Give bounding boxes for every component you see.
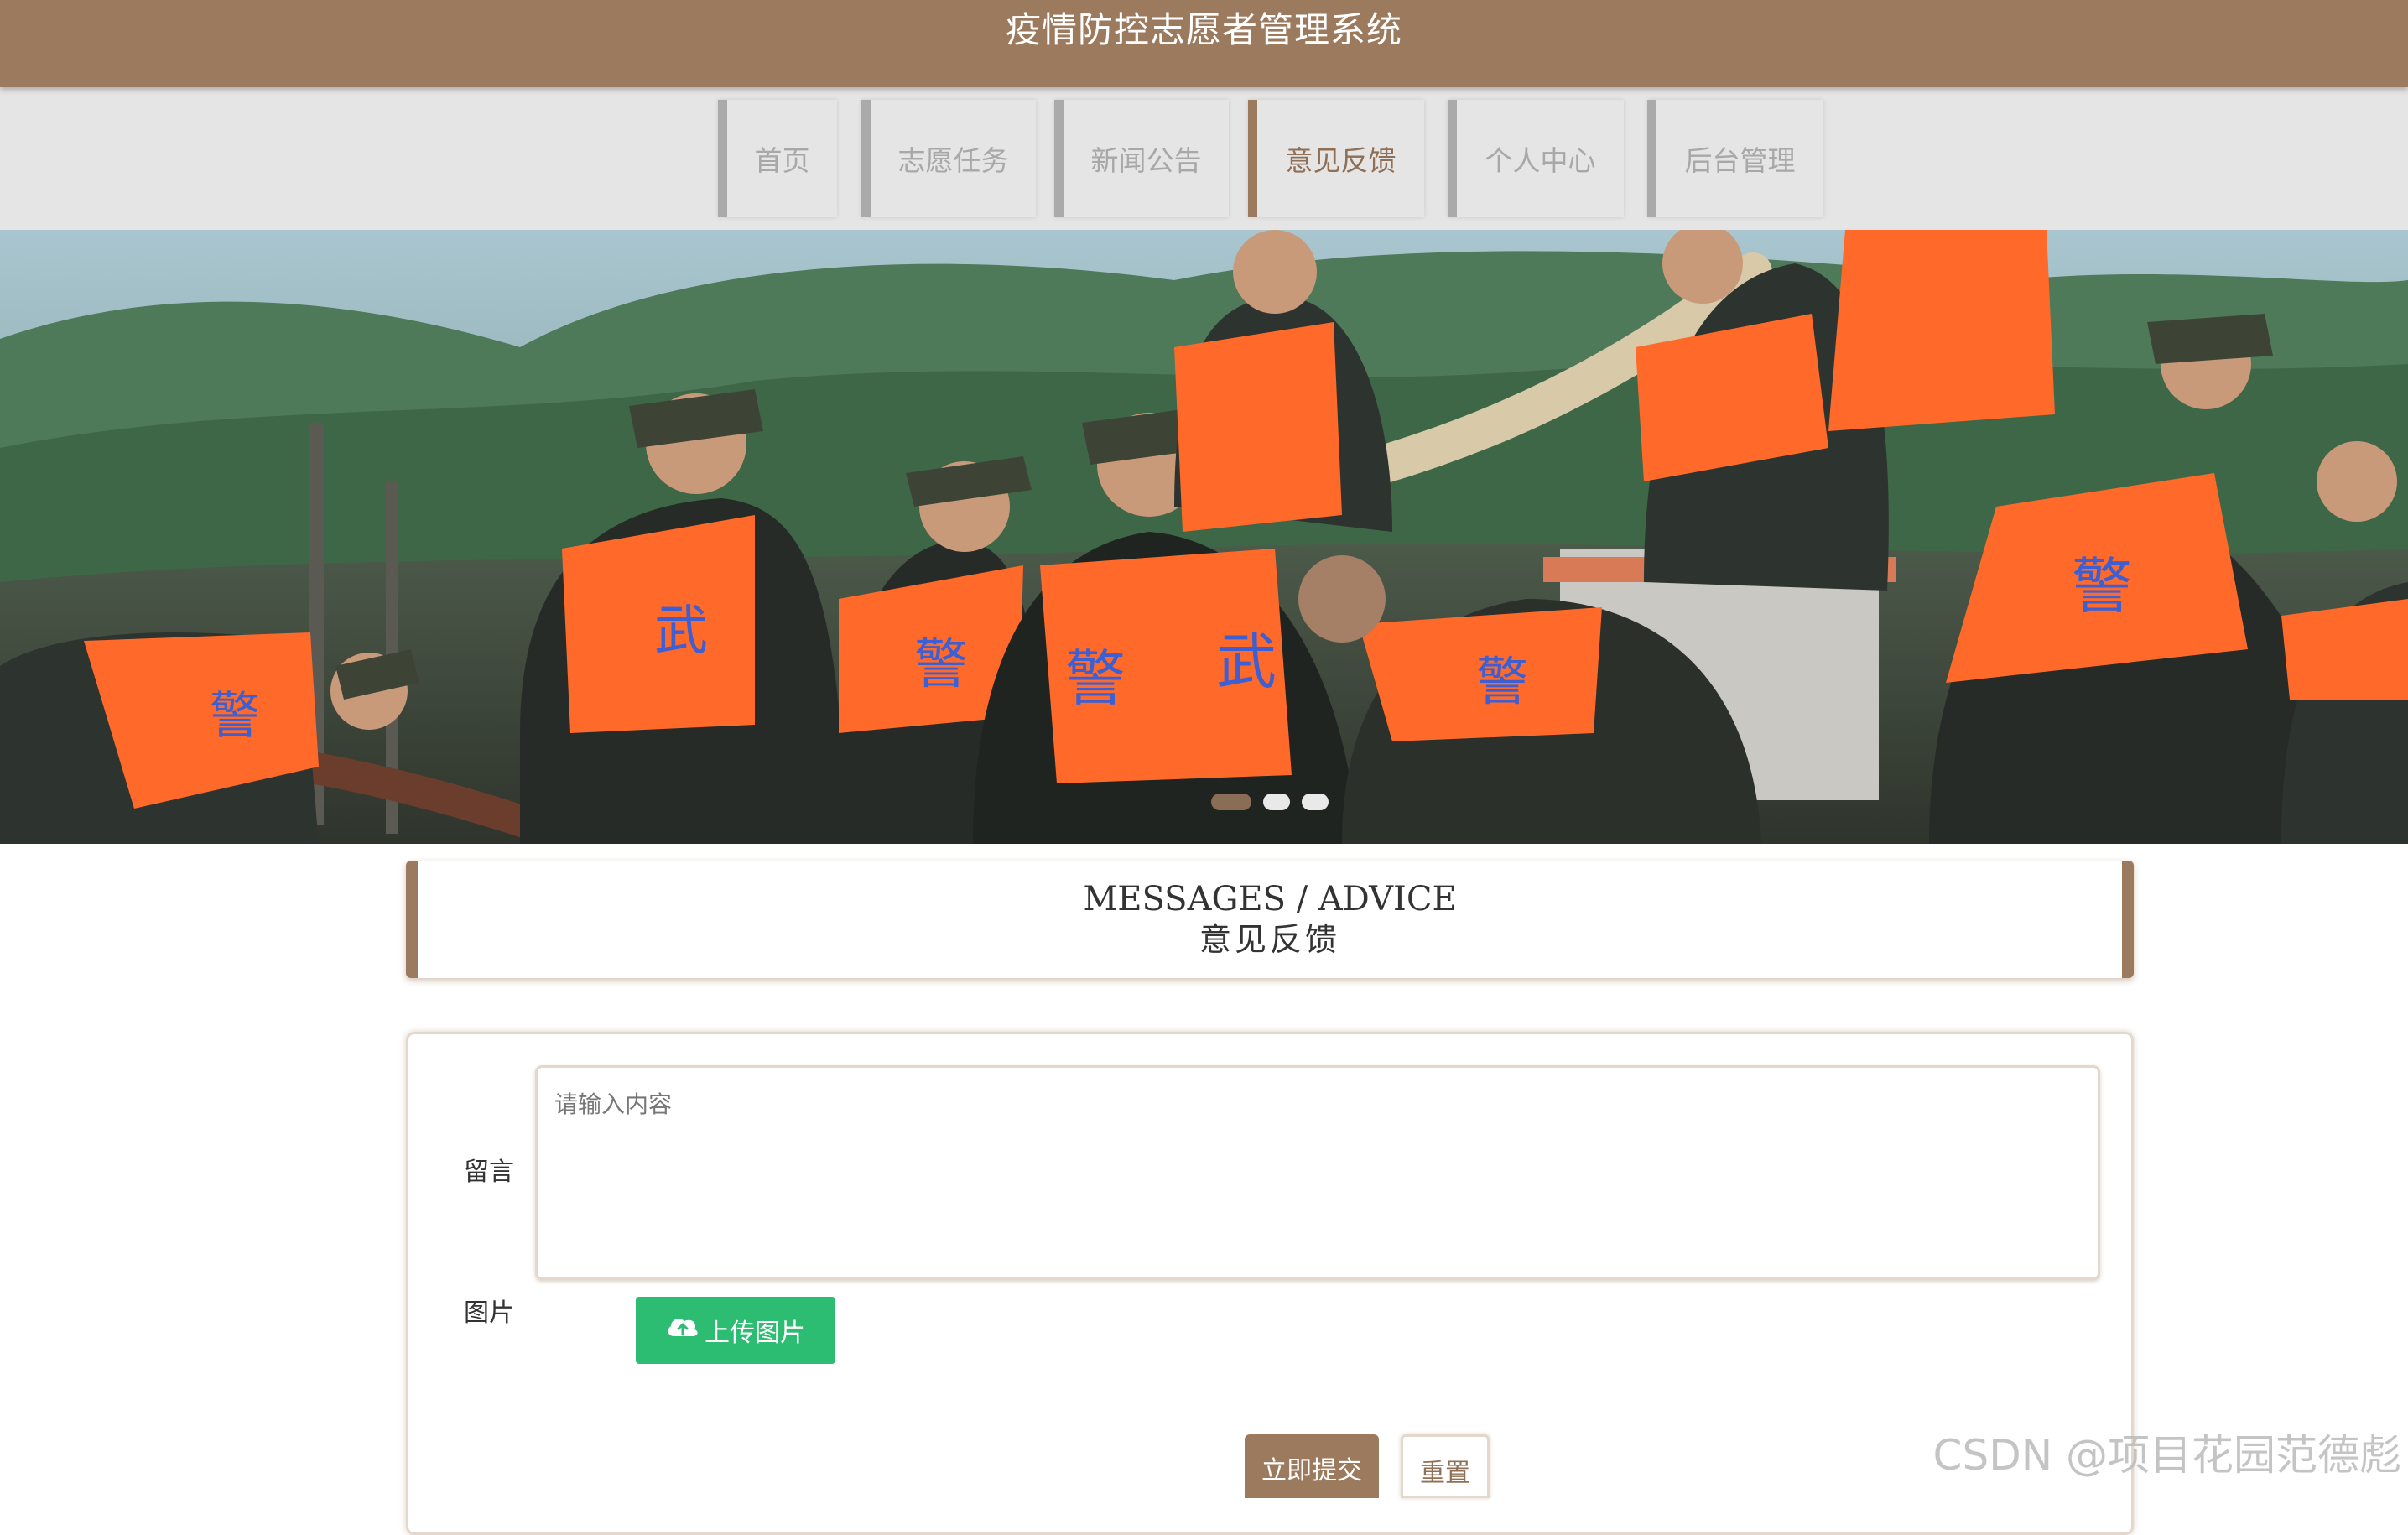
section-title-en: MESSAGES / ADVICE [1083, 880, 1457, 918]
main-nav: 首页 志愿任务 新闻公告 意见反馈 个人中心 后台管理 [0, 87, 2408, 230]
nav-item-profile[interactable]: 个人中心 [1448, 100, 1624, 217]
nav-item-volunteer-tasks[interactable]: 志愿任务 [861, 100, 1036, 217]
carousel-dot-1[interactable] [1211, 794, 1251, 810]
vest-text: 警 [914, 634, 968, 696]
message-textarea[interactable] [535, 1065, 2100, 1280]
site-header: 疫情防控志愿者管理系统 [0, 0, 2408, 87]
image-label: 图片 [464, 1298, 514, 1328]
vest-text: 武 [654, 601, 708, 663]
nav-item-home[interactable]: 首页 [718, 100, 837, 217]
site-title: 疫情防控志愿者管理系统 [1005, 9, 1402, 50]
reset-button[interactable]: 重置 [1401, 1434, 1490, 1498]
message-label: 留言 [464, 1158, 514, 1187]
nav-item-feedback[interactable]: 意见反馈 [1248, 100, 1424, 217]
upload-button-label: 上传图片 [705, 1319, 805, 1348]
banner-carousel[interactable]: 警 武 警 警 武 警 警 [0, 230, 2408, 844]
submit-button[interactable]: 立即提交 [1245, 1434, 1379, 1498]
vest-text: 警 [210, 687, 260, 746]
nav-item-admin[interactable]: 后台管理 [1647, 100, 1823, 217]
cloud-upload-icon [666, 1314, 700, 1346]
vest-text: 武 [1216, 627, 1277, 697]
nav-item-news[interactable]: 新闻公告 [1054, 100, 1229, 217]
vest-text: 警 [2072, 551, 2132, 622]
carousel-dot-3[interactable] [1302, 794, 1329, 810]
banner-image: 警 武 警 警 武 警 警 [0, 230, 2408, 844]
vest-text: 警 [1476, 651, 1528, 712]
carousel-dot-2[interactable] [1263, 794, 1290, 810]
watermark-text: CSDN @项目花园范德彪 [1932, 1431, 2401, 1480]
vest-text: 警 [1065, 643, 1126, 714]
upload-image-button[interactable]: 上传图片 [636, 1297, 835, 1364]
section-title-box: MESSAGES / ADVICE 意见反馈 [406, 861, 2134, 978]
section-title-cn: 意见反馈 [1199, 921, 1340, 958]
